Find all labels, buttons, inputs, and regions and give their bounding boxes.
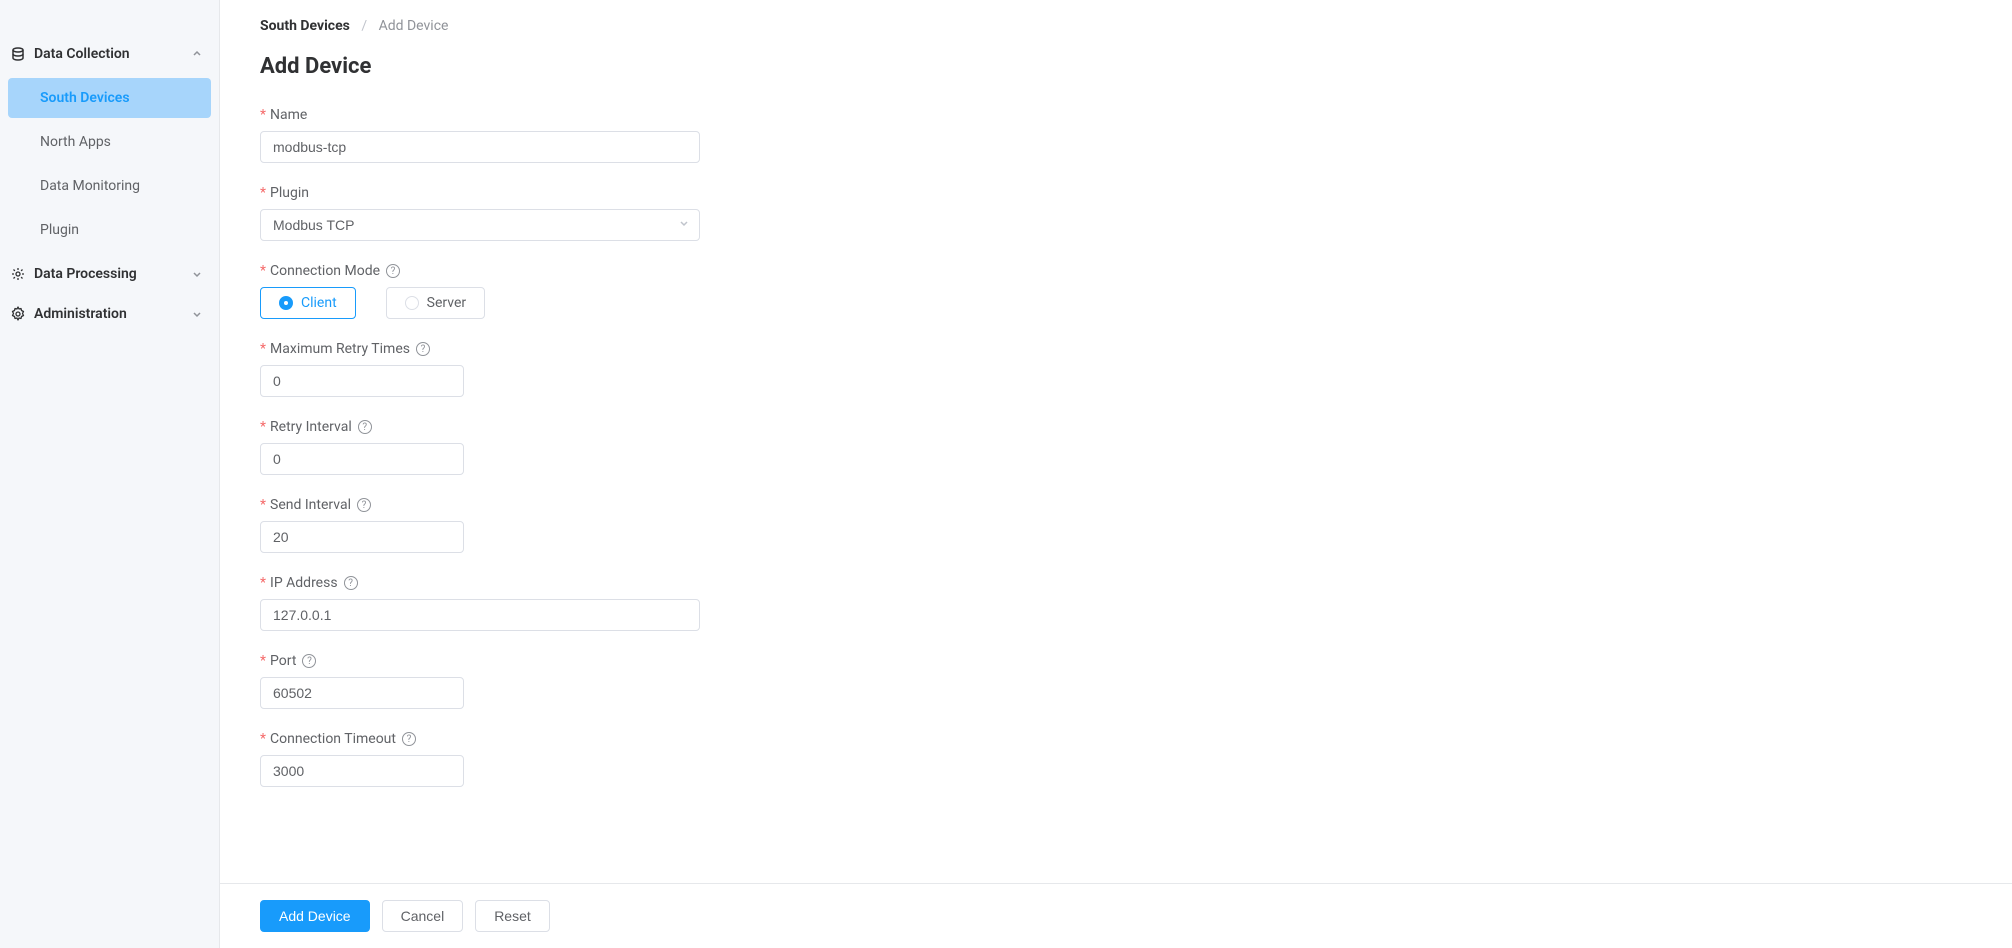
field-label: IP Address bbox=[270, 575, 338, 591]
max-retry-input[interactable] bbox=[260, 365, 464, 397]
sidebar-item-north-apps[interactable]: North Apps bbox=[8, 122, 211, 162]
processing-icon bbox=[10, 266, 26, 282]
help-icon[interactable]: ? bbox=[357, 498, 371, 512]
form-item-connection-mode: * Connection Mode ? Client Server bbox=[260, 263, 1972, 319]
send-interval-input[interactable] bbox=[260, 521, 464, 553]
plugin-select[interactable] bbox=[260, 209, 700, 241]
required-mark: * bbox=[260, 419, 266, 435]
required-mark: * bbox=[260, 263, 266, 279]
help-icon[interactable]: ? bbox=[386, 264, 400, 278]
help-icon[interactable]: ? bbox=[402, 732, 416, 746]
field-label: Connection Mode bbox=[270, 263, 380, 279]
nav-group-label: Administration bbox=[34, 306, 191, 322]
sidebar: Data Collection South Devices North Apps… bbox=[0, 0, 220, 948]
breadcrumb-current: Add Device bbox=[379, 18, 449, 34]
required-mark: * bbox=[260, 341, 266, 357]
form-item-max-retry: * Maximum Retry Times ? bbox=[260, 341, 1972, 397]
field-label: Send Interval bbox=[270, 497, 351, 513]
connection-timeout-input[interactable] bbox=[260, 755, 464, 787]
form-item-name: * Name bbox=[260, 107, 1972, 163]
form-item-connection-timeout: * Connection Timeout ? bbox=[260, 731, 1972, 787]
nav-group-label: Data Collection bbox=[34, 46, 191, 62]
field-label: Port bbox=[270, 653, 296, 669]
reset-button[interactable]: Reset bbox=[475, 900, 550, 932]
port-input[interactable] bbox=[260, 677, 464, 709]
sidebar-item-plugin[interactable]: Plugin bbox=[8, 210, 211, 250]
connection-mode-radio-group: Client Server bbox=[260, 287, 1972, 319]
sidebar-item-data-monitoring[interactable]: Data Monitoring bbox=[8, 166, 211, 206]
nav-sub-data-collection: South Devices North Apps Data Monitoring… bbox=[0, 78, 219, 250]
radio-circle-icon bbox=[405, 296, 419, 310]
help-icon[interactable]: ? bbox=[358, 420, 372, 434]
sidebar-item-south-devices[interactable]: South Devices bbox=[8, 78, 211, 118]
required-mark: * bbox=[260, 497, 266, 513]
field-label: Plugin bbox=[270, 185, 309, 201]
radio-circle-icon bbox=[279, 296, 293, 310]
form-item-port: * Port ? bbox=[260, 653, 1972, 709]
required-mark: * bbox=[260, 731, 266, 747]
field-label: Retry Interval bbox=[270, 419, 352, 435]
required-mark: * bbox=[260, 653, 266, 669]
form-item-send-interval: * Send Interval ? bbox=[260, 497, 1972, 553]
form-item-ip-address: * IP Address ? bbox=[260, 575, 1972, 631]
help-icon[interactable]: ? bbox=[302, 654, 316, 668]
field-label: Connection Timeout bbox=[270, 731, 396, 747]
required-mark: * bbox=[260, 107, 266, 123]
database-icon bbox=[10, 46, 26, 62]
footer-actions: Add Device Cancel Reset bbox=[220, 883, 2012, 948]
radio-server[interactable]: Server bbox=[386, 287, 485, 319]
chevron-up-icon bbox=[191, 48, 203, 60]
radio-label: Server bbox=[427, 295, 466, 311]
chevron-down-icon bbox=[191, 268, 203, 280]
form-item-plugin: * Plugin bbox=[260, 185, 1972, 241]
name-input[interactable] bbox=[260, 131, 700, 163]
form-item-retry-interval: * Retry Interval ? bbox=[260, 419, 1972, 475]
cancel-button[interactable]: Cancel bbox=[382, 900, 464, 932]
content-scroll: South Devices / Add Device Add Device * … bbox=[220, 0, 2012, 883]
required-mark: * bbox=[260, 575, 266, 591]
nav-group-data-processing[interactable]: Data Processing bbox=[0, 254, 219, 294]
page-title: Add Device bbox=[260, 54, 1972, 79]
breadcrumb-separator: / bbox=[361, 18, 367, 34]
retry-interval-input[interactable] bbox=[260, 443, 464, 475]
plugin-select-value[interactable] bbox=[260, 209, 700, 241]
radio-label: Client bbox=[301, 295, 337, 311]
nav-group-administration[interactable]: Administration bbox=[0, 294, 219, 334]
gear-icon bbox=[10, 306, 26, 322]
help-icon[interactable]: ? bbox=[344, 576, 358, 590]
breadcrumb-parent[interactable]: South Devices bbox=[260, 18, 350, 34]
main-content: South Devices / Add Device Add Device * … bbox=[220, 0, 2012, 948]
nav-group-data-collection[interactable]: Data Collection bbox=[0, 34, 219, 74]
add-device-button[interactable]: Add Device bbox=[260, 900, 370, 932]
field-label: Maximum Retry Times bbox=[270, 341, 410, 357]
chevron-down-icon bbox=[191, 308, 203, 320]
required-mark: * bbox=[260, 185, 266, 201]
help-icon[interactable]: ? bbox=[416, 342, 430, 356]
ip-address-input[interactable] bbox=[260, 599, 700, 631]
breadcrumb: South Devices / Add Device bbox=[260, 18, 1972, 34]
field-label: Name bbox=[270, 107, 307, 123]
radio-client[interactable]: Client bbox=[260, 287, 356, 319]
nav-group-label: Data Processing bbox=[34, 266, 191, 282]
